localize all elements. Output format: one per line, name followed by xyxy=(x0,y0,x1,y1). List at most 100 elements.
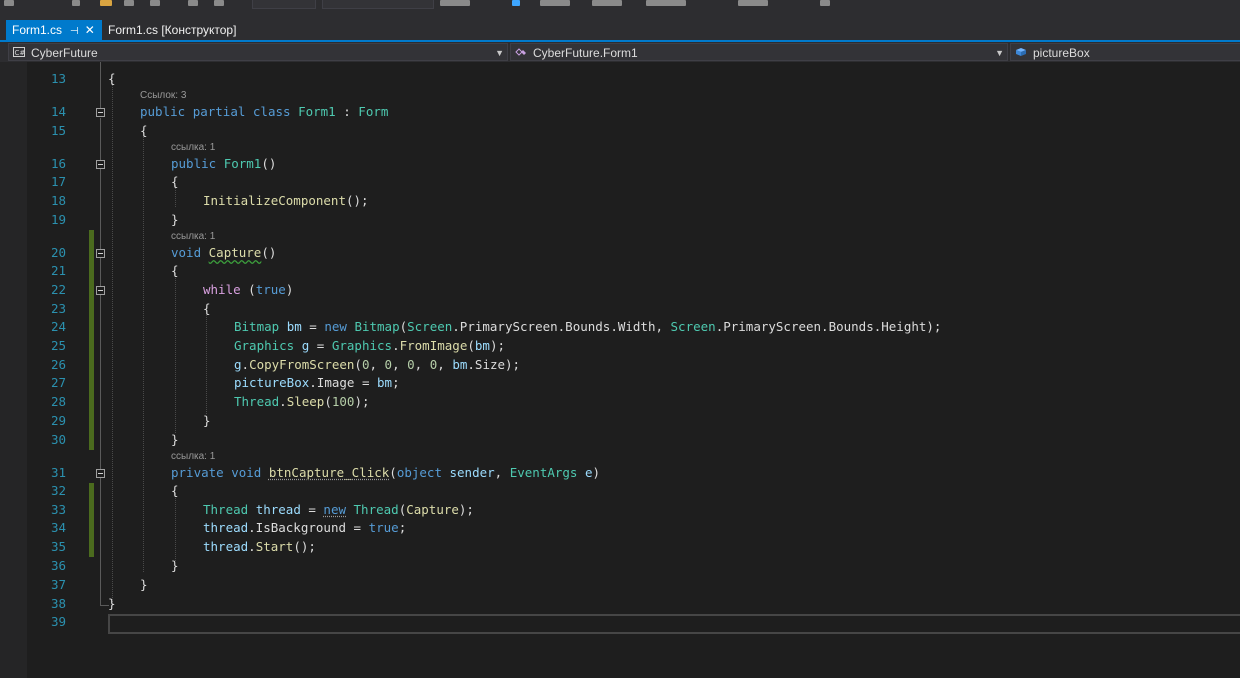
project-name: CyberFuture xyxy=(31,46,98,60)
brace: } xyxy=(108,596,116,611)
codelens-references[interactable]: Ссылок: 3 xyxy=(140,90,186,102)
codelens-references[interactable]: ссылка: 1 xyxy=(171,142,215,154)
collapse-toggle-icon[interactable] xyxy=(96,249,105,258)
text: , xyxy=(369,357,385,372)
brace: { xyxy=(171,483,179,498)
brace: } xyxy=(171,212,179,227)
tab-form1-designer[interactable]: Form1.cs [Конструктор] xyxy=(102,20,252,40)
code-line: thread.IsBackground = true; xyxy=(203,519,406,537)
indent-guide xyxy=(143,132,144,572)
text: = xyxy=(309,338,332,353)
text: .Image = xyxy=(309,375,377,390)
keyword: private xyxy=(171,465,224,480)
bookmark-icon[interactable] xyxy=(738,0,768,6)
text: ; xyxy=(392,375,400,390)
type-dropdown[interactable]: CyberFuture.Form1 ▼ xyxy=(510,43,1008,61)
text xyxy=(261,465,269,480)
collapse-toggle-icon[interactable] xyxy=(96,286,105,295)
code-line: while (true) xyxy=(203,281,293,299)
line-number: 31 xyxy=(50,465,66,480)
keyword: new xyxy=(324,319,347,334)
attach-icon[interactable] xyxy=(512,0,520,6)
brace: } xyxy=(203,413,211,428)
save-icon[interactable] xyxy=(124,0,134,6)
debug-tools-icon[interactable] xyxy=(540,0,570,6)
type-name: CyberFuture.Form1 xyxy=(533,46,638,60)
open-folder-icon[interactable] xyxy=(100,0,112,6)
text: , xyxy=(414,357,430,372)
text: , xyxy=(392,357,408,372)
text: ) xyxy=(285,282,294,297)
codelens-references[interactable]: ссылка: 1 xyxy=(171,231,215,243)
text: .PrimaryScreen.Bounds.Height); xyxy=(715,319,942,334)
line-number: 29 xyxy=(50,413,66,428)
layout-icon[interactable] xyxy=(592,0,622,6)
collapse-toggle-icon[interactable] xyxy=(96,160,105,169)
collapse-toggle-icon[interactable] xyxy=(96,108,105,117)
comment-tools-icon[interactable] xyxy=(646,0,686,6)
tab-form1-cs[interactable]: Form1.cs ⊣ ✕ xyxy=(6,20,102,40)
keyword: object xyxy=(396,465,442,480)
keyword: true xyxy=(368,520,399,535)
indent-guide xyxy=(206,310,207,414)
line-number: 30 xyxy=(50,432,66,447)
line-number: 16 xyxy=(50,156,66,171)
type-name: Graphics xyxy=(234,338,295,353)
type-name: Thread xyxy=(234,394,280,409)
pin-icon[interactable]: ⊣ xyxy=(70,26,79,37)
line-number: 37 xyxy=(50,577,66,592)
line-number: 20 xyxy=(50,245,66,260)
variable: bm xyxy=(474,338,490,353)
chevron-down-icon: ▼ xyxy=(495,48,504,58)
editor-margin xyxy=(0,62,27,678)
back-icon[interactable] xyxy=(4,0,14,6)
configuration-dropdown[interactable] xyxy=(252,0,316,9)
number: 0 xyxy=(384,357,393,372)
text: : xyxy=(335,104,359,119)
type-name: EventArgs xyxy=(509,465,578,480)
brace: { xyxy=(171,263,179,278)
tab-label: Form1.cs [Конструктор] xyxy=(108,23,237,37)
brace: } xyxy=(171,432,179,447)
text xyxy=(577,465,585,480)
brace: } xyxy=(140,577,148,592)
code-line: } xyxy=(203,412,211,430)
member-name: pictureBox xyxy=(1033,46,1090,60)
start-button-icon[interactable] xyxy=(440,0,470,6)
class-icon xyxy=(515,48,526,56)
code-line: { xyxy=(203,300,211,318)
tab-label: Form1.cs xyxy=(12,23,63,37)
text xyxy=(442,465,450,480)
code-editor[interactable]: 13 14 15 16 17 18 19 20 21 22 23 24 25 2… xyxy=(0,62,1240,678)
project-dropdown[interactable]: C# CyberFuture ▼ xyxy=(8,43,508,61)
code-line: } xyxy=(108,595,116,613)
text: . xyxy=(279,394,287,409)
collapse-toggle-icon[interactable] xyxy=(96,469,105,478)
platform-dropdown[interactable] xyxy=(322,0,434,9)
method-name: InitializeComponent xyxy=(203,193,346,208)
keyword: void xyxy=(231,465,262,480)
save-all-icon[interactable] xyxy=(150,0,160,6)
line-number: 35 xyxy=(50,539,66,554)
overflow-chevron-icon[interactable] xyxy=(820,0,830,6)
close-icon[interactable]: ✕ xyxy=(85,23,95,37)
code-line: Thread thread = new Thread(Capture); xyxy=(203,501,474,519)
text xyxy=(245,104,253,119)
new-file-icon[interactable] xyxy=(72,0,80,6)
code-line: { xyxy=(171,262,179,280)
redo-icon[interactable] xyxy=(214,0,224,6)
method-name: Capture xyxy=(208,245,262,260)
undo-icon[interactable] xyxy=(188,0,198,6)
method-name: Sleep xyxy=(286,394,325,409)
type-name: Form xyxy=(358,104,389,119)
parameter: sender xyxy=(449,465,495,480)
number: 100 xyxy=(331,394,355,409)
codelens-references[interactable]: ссылка: 1 xyxy=(171,451,215,463)
line-number: 34 xyxy=(50,520,66,535)
text: ); xyxy=(354,394,370,409)
text: (); xyxy=(346,193,369,208)
member-dropdown[interactable]: pictureBox xyxy=(1010,43,1240,61)
current-line-highlight xyxy=(108,614,1240,634)
control-keyword: while xyxy=(203,282,241,297)
variable: pictureBox xyxy=(234,375,310,390)
